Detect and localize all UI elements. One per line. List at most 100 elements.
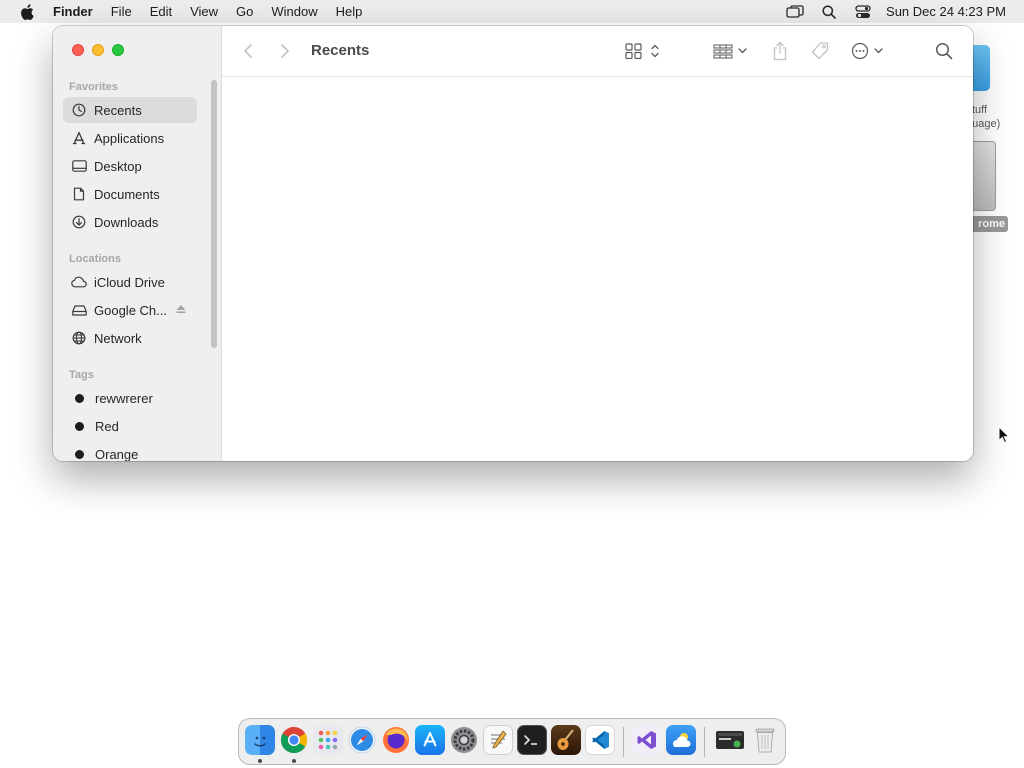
dock-separator (704, 727, 705, 757)
running-indicator (258, 759, 262, 763)
sidebar-tag-orange[interactable]: Orange (63, 441, 197, 461)
apple-menu-icon[interactable] (0, 0, 53, 23)
menu-bar-clock[interactable]: Sun Dec 24 4:23 PM (880, 0, 1024, 23)
share-icon (773, 41, 787, 61)
chrome-dock-icon[interactable] (279, 725, 309, 755)
weather-dock-icon[interactable] (666, 725, 696, 755)
garageband-dock-icon[interactable] (551, 725, 581, 755)
launchpad-dock-icon[interactable] (313, 725, 343, 755)
sidebar-item-applications[interactable]: Applications (63, 125, 197, 151)
tag-color-dot-icon (75, 421, 84, 431)
search-icon (935, 42, 953, 60)
group-grid-icon (713, 44, 747, 59)
forward-button[interactable] (279, 41, 291, 61)
desktop-folder-label: tuff guage) (966, 103, 1024, 131)
tags-button[interactable] (810, 41, 830, 61)
ellipsis-circle-icon (851, 42, 883, 60)
eject-icon[interactable] (175, 303, 189, 317)
sidebar-item-label: Applications (94, 130, 165, 146)
menu-file[interactable]: File (102, 0, 141, 23)
sidebar-item-desktop[interactable]: Desktop (63, 153, 197, 179)
finder-window: Favorites Recents Applications Desktop D… (53, 26, 973, 461)
sidebar-item-label: Downloads (94, 214, 159, 230)
spotlight-search-icon[interactable] (812, 0, 846, 23)
close-window-button[interactable] (72, 44, 84, 56)
screen-mirroring-icon[interactable] (778, 0, 812, 23)
dock-separator (623, 727, 624, 757)
download-icon (71, 214, 87, 230)
finder-sidebar: Favorites Recents Applications Desktop D… (53, 26, 222, 461)
menu-view[interactable]: View (181, 0, 227, 23)
sidebar-item-label: Desktop (94, 158, 142, 174)
view-mode-button[interactable] (625, 41, 661, 61)
sidebar-heading-locations: Locations (69, 253, 121, 265)
sidebar-item-label: Network (94, 330, 142, 346)
system-settings-dock-icon[interactable] (449, 725, 479, 755)
menu-go[interactable]: Go (227, 0, 262, 23)
sidebar-item-label: Google Ch... (94, 302, 167, 318)
terminal-dock-icon[interactable] (517, 725, 547, 755)
safari-dock-icon[interactable] (347, 725, 377, 755)
sidebar-item-label: iCloud Drive (94, 274, 165, 290)
sidebar-heading-favorites: Favorites (69, 81, 118, 93)
sidebar-item-documents[interactable]: Documents (63, 181, 197, 207)
dock (238, 718, 786, 765)
menu-help[interactable]: Help (327, 0, 372, 23)
sidebar-item-google-chrome-volume[interactable]: Google Ch... (63, 297, 197, 323)
sidebar-item-recents[interactable]: Recents (63, 97, 197, 123)
control-center-icon[interactable] (846, 0, 880, 23)
group-by-button[interactable] (713, 41, 749, 61)
tag-color-dot-icon (75, 449, 84, 459)
globe-icon (71, 330, 87, 346)
menu-bar: Finder File Edit View Go Window Help Sun… (0, 0, 1024, 23)
sidebar-item-label: Documents (94, 186, 160, 202)
file-browser-content[interactable] (222, 77, 973, 461)
menu-window[interactable]: Window (262, 0, 326, 23)
finder-dock-icon[interactable] (245, 725, 275, 755)
icon-grid-view-icon (625, 43, 659, 59)
sidebar-item-icloud-drive[interactable]: iCloud Drive (63, 269, 197, 295)
desktop-icon (71, 158, 87, 174)
sidebar-item-network[interactable]: Network (63, 325, 197, 351)
zoom-window-button[interactable] (112, 44, 124, 56)
back-button[interactable] (242, 41, 254, 61)
more-actions-button[interactable] (850, 41, 886, 61)
tag-color-dot-icon (75, 393, 84, 403)
tag-icon (811, 42, 829, 60)
firefox-dock-icon[interactable] (381, 725, 411, 755)
sidebar-tag-rewwrerer[interactable]: rewwrerer (63, 385, 197, 411)
recent-window-dock-icon[interactable] (715, 725, 745, 755)
desktop-folder-label-line1: tuff (972, 104, 988, 116)
share-button[interactable] (772, 41, 788, 61)
sidebar-item-label: Orange (95, 446, 139, 462)
desktop-folder-label-line2: guage) (966, 118, 1001, 130)
sidebar-tag-red[interactable]: Red (63, 413, 197, 439)
applications-icon (71, 130, 87, 146)
app-store-dock-icon[interactable] (415, 725, 445, 755)
minimize-window-button[interactable] (92, 44, 104, 56)
app-menu-finder[interactable]: Finder (53, 0, 102, 23)
window-controls (72, 44, 124, 56)
cloud-icon (71, 274, 87, 290)
trash-dock-icon[interactable] (750, 725, 780, 755)
finder-toolbar: Recents (222, 26, 973, 77)
drive-icon (71, 302, 87, 318)
textedit-dock-icon[interactable] (483, 725, 513, 755)
running-indicator (292, 759, 296, 763)
sidebar-scrollbar[interactable] (211, 80, 217, 348)
sidebar-item-label: Recents (94, 102, 142, 118)
window-title: Recents (311, 42, 370, 59)
chevron-right-icon (281, 44, 289, 58)
clock-icon (71, 102, 87, 118)
chevron-left-icon (244, 44, 252, 58)
menu-edit[interactable]: Edit (141, 0, 181, 23)
sidebar-heading-tags: Tags (69, 369, 94, 381)
mouse-pointer-icon (998, 426, 1010, 444)
sidebar-item-downloads[interactable]: Downloads (63, 209, 197, 235)
sidebar-item-label: rewwrerer (95, 390, 153, 406)
vscode-dock-icon[interactable] (585, 725, 615, 755)
search-button[interactable] (935, 41, 953, 61)
sidebar-item-label: Red (95, 418, 119, 434)
document-icon (71, 186, 87, 202)
visual-studio-dock-icon[interactable] (632, 725, 662, 755)
